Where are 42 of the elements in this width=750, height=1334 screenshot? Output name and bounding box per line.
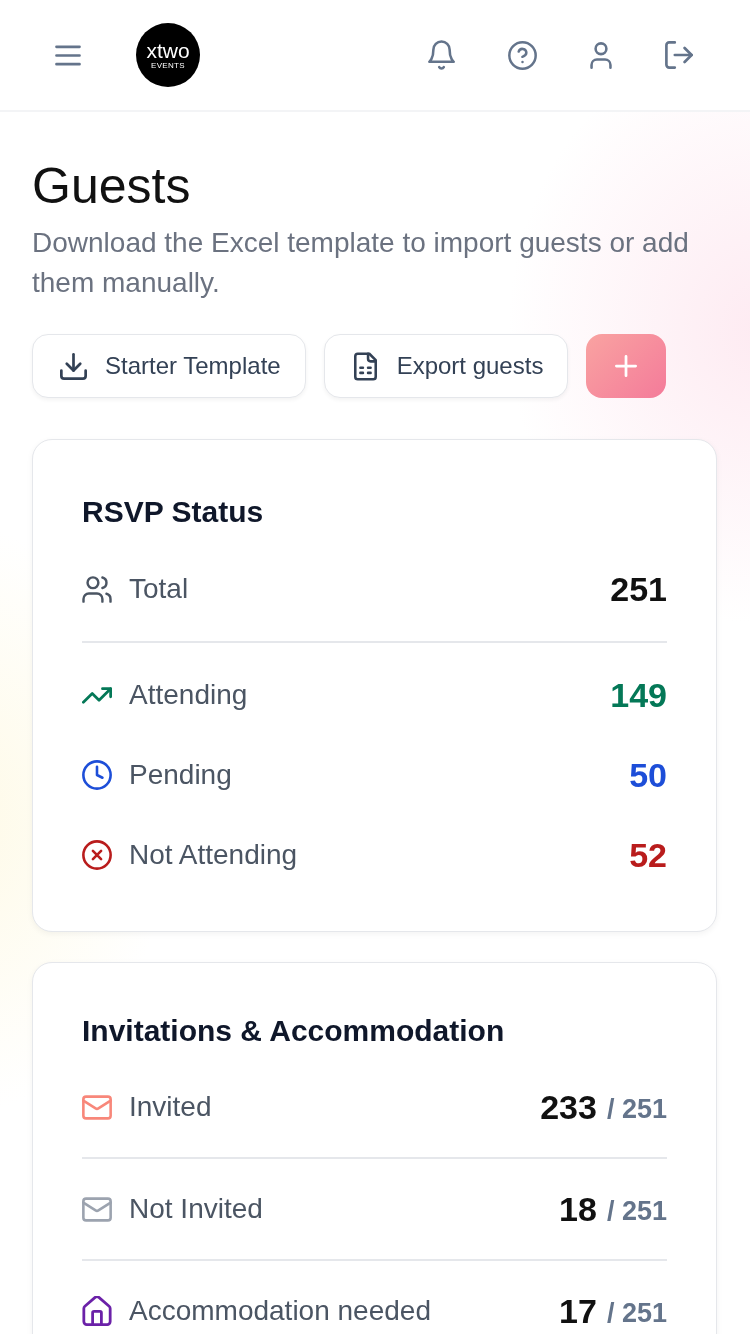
stat-value: 233	[540, 1086, 597, 1128]
stat-label: Invited	[129, 1090, 213, 1124]
plus-icon	[615, 355, 638, 377]
stat-label: Not Attending	[129, 838, 299, 872]
spreadsheet-file-icon	[353, 351, 377, 381]
logo-wordmark: xtwo	[146, 39, 190, 61]
stat-value: 52	[629, 834, 667, 876]
trend-up-icon	[82, 686, 112, 704]
clock-icon	[82, 760, 112, 790]
stat-value: 251	[610, 568, 667, 610]
stat-total: / 251	[606, 1092, 667, 1126]
stat-label: Pending	[129, 758, 233, 792]
envelope-icon	[82, 1196, 112, 1222]
stat-value: 149	[610, 674, 667, 716]
user-icon[interactable]	[590, 41, 612, 69]
stat-label: Accommodation needed	[129, 1294, 432, 1328]
stat-label: Not Invited	[129, 1192, 264, 1226]
stat-value: 50	[629, 754, 667, 796]
logout-icon[interactable]	[665, 41, 693, 69]
users-icon	[82, 575, 112, 603]
stat-label: Total	[129, 572, 190, 606]
stat-total: / 251	[606, 1296, 667, 1330]
house-icon	[82, 1296, 112, 1326]
logo-tagline: EVENTS	[151, 60, 185, 71]
stat-label: Attending	[129, 678, 249, 712]
menu-icon[interactable]	[55, 44, 81, 66]
card-title: RSVP Status	[82, 494, 265, 530]
stat-value: 17	[559, 1290, 597, 1332]
export-guests-button[interactable]: Export guests	[323, 334, 569, 398]
card-title: Invitations & Accommodation	[82, 1013, 506, 1049]
envelope-icon	[82, 1094, 112, 1120]
starter-template-button[interactable]: Starter Template	[32, 334, 306, 398]
page-title: Guests	[32, 157, 192, 215]
add-guest-button[interactable]	[586, 334, 667, 398]
x-circle-icon	[82, 840, 112, 870]
help-icon[interactable]	[508, 40, 537, 70]
page-description: Download the Excel template to import guests or add them manually.	[32, 226, 690, 300]
download-icon	[60, 352, 87, 380]
stat-value: 18	[559, 1188, 597, 1230]
bell-icon[interactable]	[428, 40, 455, 70]
logo[interactable]: xtwo EVENTS	[136, 23, 200, 87]
stat-total: / 251	[606, 1194, 667, 1228]
